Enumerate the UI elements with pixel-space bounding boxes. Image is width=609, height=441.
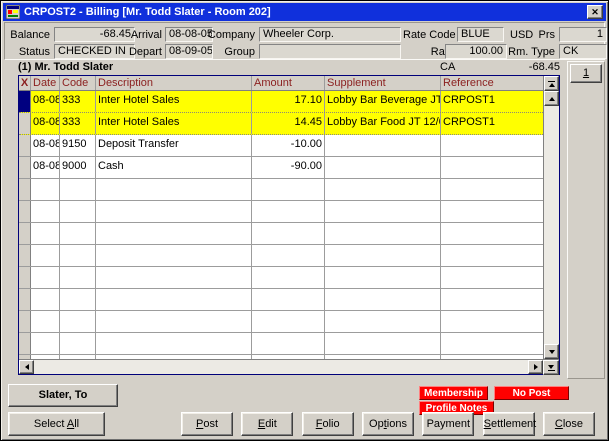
rate-field[interactable]: 100.00 [445, 44, 507, 59]
scroll-first-icon[interactable] [544, 76, 559, 91]
prs-field[interactable]: 1 [559, 27, 607, 42]
settlement-button[interactable]: Settlement [483, 412, 535, 436]
scroll-last-icon[interactable] [543, 360, 559, 375]
status-field[interactable]: CHECKED IN [54, 44, 135, 59]
depart-label: Depart [127, 45, 162, 59]
payment-type: CA [440, 61, 500, 73]
company-label: Company [203, 28, 255, 42]
options-button[interactable]: Options [362, 412, 414, 436]
record-selector [19, 113, 31, 134]
record-selector [19, 179, 31, 200]
empty-row[interactable] [19, 289, 543, 311]
empty-row[interactable] [19, 311, 543, 333]
record-selector [19, 289, 31, 310]
status-label: Status [7, 45, 50, 59]
rate-code-field[interactable]: BLUE [457, 27, 504, 42]
empty-row[interactable] [19, 333, 543, 355]
membership-badge[interactable]: Membership [419, 386, 488, 400]
record-selector [19, 311, 31, 332]
grid-body: 08-08333Inter Hotel Sales17.10Lobby Bar … [19, 91, 543, 359]
scroll-down-icon[interactable] [544, 344, 559, 359]
guest-name: (1) Mr. Todd Slater [18, 61, 440, 73]
company-field[interactable]: Wheeler Corp. [259, 27, 401, 42]
record-selector [19, 333, 31, 354]
close-button[interactable]: Close [543, 412, 595, 436]
prs-label: Prs [533, 28, 555, 42]
folio-tab-1[interactable]: 1 [570, 64, 602, 83]
group-label: Group [203, 45, 255, 59]
column-header-amount: Amount [252, 76, 325, 90]
rate-code-label: Rate Code [403, 28, 454, 42]
guest-group-bar: (1) Mr. Todd Slater CA -68.45 [18, 60, 560, 74]
folio-tab-strip: 1 [567, 61, 605, 379]
horizontal-scroll-track[interactable] [34, 360, 528, 374]
vertical-scroll-track[interactable] [544, 106, 559, 344]
record-selector [19, 135, 31, 156]
reservation-header-panel: Balance -68.45 Status CHECKED IN Arrival… [4, 22, 605, 60]
empty-row[interactable] [19, 201, 543, 223]
close-icon[interactable]: ✕ [587, 5, 603, 19]
rm-type-field[interactable]: CK [559, 44, 607, 59]
edit-button[interactable]: Edit [241, 412, 293, 436]
record-selector [19, 245, 31, 266]
guest-balance: -68.45 [500, 61, 560, 73]
no-post-badge[interactable]: No Post [494, 386, 569, 400]
transactions-grid: XDateCodeDescriptionAmountSupplementRefe… [18, 75, 560, 375]
folio-button[interactable]: Folio [302, 412, 354, 436]
record-selector [19, 223, 31, 244]
column-header-supplement: Supplement [325, 76, 441, 90]
column-header-date: Date [31, 76, 60, 90]
group-field[interactable] [259, 44, 401, 59]
empty-row[interactable] [19, 245, 543, 267]
scroll-left-icon[interactable] [19, 360, 34, 374]
column-header-x: X [19, 76, 31, 90]
empty-row[interactable] [19, 223, 543, 245]
arrival-label: Arrival [127, 28, 162, 42]
window-title: CRPOST2 - Billing [Mr. Todd Slater - Roo… [24, 6, 583, 18]
select-all-button[interactable]: Select All [8, 412, 105, 436]
balance-field[interactable]: -68.45 [54, 27, 135, 42]
rm-type-label: Rm. Type [505, 45, 555, 59]
app-icon [6, 5, 20, 19]
column-header-code: Code [60, 76, 96, 90]
table-row[interactable]: 08-08333Inter Hotel Sales17.10Lobby Bar … [19, 91, 543, 113]
vertical-scrollbar[interactable] [543, 76, 559, 359]
empty-row[interactable] [19, 267, 543, 289]
record-selector [19, 157, 31, 178]
empty-row[interactable] [19, 179, 543, 201]
table-row[interactable]: 08-08333Inter Hotel Sales14.45Lobby Bar … [19, 113, 543, 135]
horizontal-scrollbar[interactable] [19, 360, 543, 374]
action-button-row: Post Edit Folio Options Payment Settlement Clo… [181, 412, 595, 436]
scroll-up-icon[interactable] [544, 91, 559, 106]
table-row[interactable]: 08-089000Cash-90.00 [19, 157, 543, 179]
column-header-description: Description [96, 76, 252, 90]
billing-window: CRPOST2 - Billing [Mr. Todd Slater - Roo… [0, 0, 609, 441]
record-selector [19, 91, 31, 112]
guest-tab-slater[interactable]: Slater, To [8, 384, 118, 407]
grid-header-row: XDateCodeDescriptionAmountSupplementRefe… [19, 76, 543, 91]
column-header-reference: Reference [441, 76, 543, 90]
scroll-right-icon[interactable] [528, 360, 543, 374]
payment-button[interactable]: Payment [422, 412, 474, 436]
balance-label: Balance [7, 28, 50, 42]
post-button[interactable]: Post [181, 412, 233, 436]
record-selector [19, 267, 31, 288]
record-selector [19, 201, 31, 222]
title-bar: CRPOST2 - Billing [Mr. Todd Slater - Roo… [3, 3, 606, 21]
table-row[interactable]: 08-089150Deposit Transfer-10.00 [19, 135, 543, 157]
